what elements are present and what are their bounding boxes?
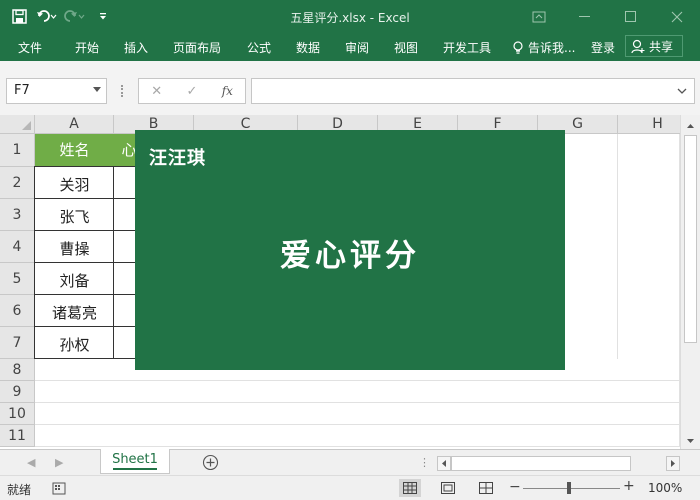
title-banner-shape[interactable]: 汪汪琪 爱心评分 <box>135 130 565 370</box>
tab-insert[interactable]: 插入 <box>124 39 148 56</box>
status-bar: 就绪 − + 100% <box>0 475 700 500</box>
tab-page-layout[interactable]: 页面布局 <box>173 39 221 56</box>
login-link[interactable]: 登录 <box>591 39 615 56</box>
tab-review[interactable]: 审阅 <box>345 39 369 56</box>
name-text: 关羽 <box>59 176 90 194</box>
minimize-icon[interactable] <box>562 0 608 33</box>
row-header-1[interactable]: 1 <box>0 134 35 167</box>
scroll-up-icon[interactable] <box>684 119 697 132</box>
row-header-9[interactable]: 9 <box>0 381 35 403</box>
window-controls <box>516 0 700 33</box>
row-header-2[interactable]: 2 <box>0 167 35 199</box>
name-text: 刘备 <box>59 272 90 290</box>
row-header-3[interactable]: 3 <box>0 199 35 231</box>
zoom-in-icon[interactable]: + <box>623 478 635 494</box>
row-header-7[interactable]: 7 <box>0 327 35 359</box>
column-header-h[interactable]: H <box>618 115 680 134</box>
view-switcher <box>399 479 513 497</box>
zoom-out-icon[interactable]: − <box>509 479 521 495</box>
horizontal-scrollbar[interactable] <box>437 456 680 471</box>
horizontal-scroll-thumb[interactable] <box>451 456 631 471</box>
ribbon-tabs: 文件 开始 插入 页面布局 公式 数据 审阅 视图 开发工具 告诉我... 登录… <box>0 33 700 61</box>
name-text: 张飞 <box>59 208 90 226</box>
title-bar: 五星评分.xlsx - Excel <box>0 0 700 33</box>
grid-row-9[interactable] <box>35 381 680 403</box>
new-sheet-icon[interactable] <box>202 454 219 471</box>
tab-splitter-icon[interactable]: ⋮ <box>419 456 430 469</box>
grid-row-11[interactable] <box>35 425 680 447</box>
formula-buttons: ✕ ✓ fx <box>138 78 246 104</box>
formula-bar-gap <box>0 107 700 115</box>
name-text: 孙权 <box>59 336 90 354</box>
formula-input[interactable] <box>251 78 695 104</box>
enter-icon[interactable]: ✓ <box>174 84 209 99</box>
name-box-dropdown-icon[interactable] <box>93 87 101 92</box>
select-all-corner[interactable] <box>0 115 35 134</box>
cancel-icon[interactable]: ✕ <box>139 84 174 99</box>
tell-me-label: 告诉我... <box>528 41 576 55</box>
name-text: 曹操 <box>59 240 90 258</box>
person-icon <box>631 39 645 53</box>
formula-bar-splitter[interactable] <box>121 85 123 97</box>
header-name-label: 姓名 <box>59 141 90 159</box>
row-header-4[interactable]: 4 <box>0 231 35 263</box>
vertical-scroll-thumb[interactable] <box>684 135 697 343</box>
grid-row-10[interactable] <box>35 403 680 425</box>
tab-developer[interactable]: 开发工具 <box>443 39 491 56</box>
macro-record-icon[interactable] <box>52 482 66 495</box>
page-layout-view-icon[interactable] <box>437 479 459 497</box>
worksheet-grid[interactable]: A B C D E F G H 1 2 3 4 5 6 7 8 9 10 11 … <box>0 115 680 449</box>
row-header-8[interactable]: 8 <box>0 359 35 381</box>
share-label: 共享 <box>649 39 674 54</box>
lightbulb-icon <box>513 40 523 54</box>
tab-home[interactable]: 开始 <box>75 39 99 56</box>
normal-view-icon[interactable] <box>399 479 421 497</box>
tab-formulas[interactable]: 公式 <box>247 39 271 56</box>
sheet-tab-sheet1[interactable]: Sheet1 <box>100 449 170 474</box>
row-header-10[interactable]: 10 <box>0 403 35 425</box>
maximize-icon[interactable] <box>608 0 654 33</box>
ribbon-display-options-icon[interactable] <box>516 0 562 33</box>
formula-bar: F7 ✕ ✓ fx <box>0 75 700 107</box>
scroll-left-icon[interactable] <box>437 456 451 471</box>
active-tab-underline <box>113 468 157 470</box>
tab-file[interactable]: 文件 <box>18 39 42 56</box>
tell-me-search[interactable]: 告诉我... <box>512 39 575 56</box>
name-box-value: F7 <box>14 83 30 98</box>
row-header-5[interactable]: 5 <box>0 263 35 295</box>
select-all-triangle <box>22 121 31 130</box>
column-h-area[interactable] <box>618 134 680 359</box>
tab-view[interactable]: 视图 <box>394 39 418 56</box>
ribbon-collapsed-area <box>0 61 700 75</box>
scroll-down-icon[interactable] <box>684 434 697 447</box>
tab-data[interactable]: 数据 <box>296 39 320 56</box>
zoom-slider-thumb[interactable] <box>567 482 571 494</box>
scroll-right-icon[interactable] <box>666 456 680 471</box>
excel-window: 五星评分.xlsx - Excel 文件 开始 插入 页面布局 公式 数据 审阅… <box>0 0 700 500</box>
sheet-tab-label: Sheet1 <box>112 452 158 467</box>
status-mode: 就绪 <box>7 483 32 497</box>
vertical-scrollbar[interactable] <box>680 115 700 449</box>
zoom-level[interactable]: 100% <box>648 481 682 495</box>
column-header-a[interactable]: A <box>35 115 114 134</box>
page-break-view-icon[interactable] <box>475 479 497 497</box>
share-button[interactable]: 共享 <box>625 35 683 57</box>
sheet-next-icon[interactable]: ▶ <box>55 456 63 469</box>
name-box[interactable]: F7 <box>6 78 107 104</box>
banner-headline: 爱心评分 <box>280 238 420 274</box>
close-icon[interactable] <box>654 0 700 33</box>
brand-logo-text: 汪汪琪 <box>149 148 206 169</box>
row-header-11[interactable]: 11 <box>0 425 35 447</box>
insert-function-button[interactable]: fx <box>210 84 245 98</box>
sheet-prev-icon[interactable]: ◀ <box>27 456 35 469</box>
row-header-6[interactable]: 6 <box>0 295 35 327</box>
sheet-tab-bar: ◀ ▶ Sheet1 ⋮ <box>0 449 700 475</box>
name-text: 诸葛亮 <box>51 304 97 322</box>
expand-formula-bar-icon[interactable] <box>677 87 687 95</box>
zoom-slider[interactable] <box>523 488 620 489</box>
